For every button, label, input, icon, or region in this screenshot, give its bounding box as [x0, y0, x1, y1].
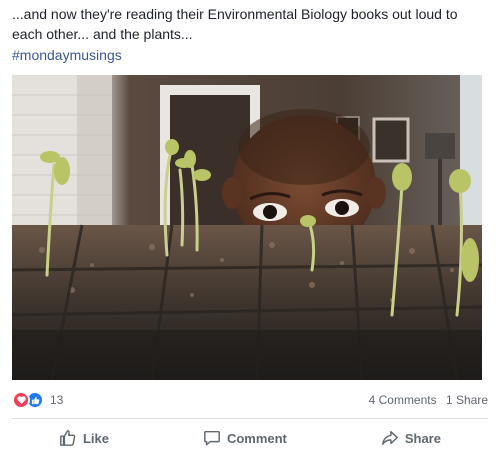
love-icon	[12, 391, 30, 409]
reactions-bar: 13 4 Comments 1 Share	[12, 388, 488, 412]
comments-count-link[interactable]: 4 Comments	[369, 393, 437, 407]
share-button[interactable]: Share	[371, 425, 451, 451]
like-button[interactable]: Like	[49, 425, 119, 451]
share-label: Share	[404, 430, 441, 446]
post-text: ...and now they're reading their Environ…	[12, 6, 458, 42]
engagement-counts: 4 Comments 1 Share	[369, 393, 488, 407]
divider	[12, 418, 488, 419]
comment-button[interactable]: Comment	[193, 425, 297, 451]
post-actions: Like Comment Share	[12, 422, 488, 454]
post-photo[interactable]	[12, 75, 482, 380]
hashtag-link[interactable]: #mondaymusings	[12, 45, 122, 65]
reaction-summary[interactable]: 13	[12, 391, 63, 409]
thumbs-up-icon	[59, 429, 77, 447]
shares-count-link[interactable]: 1 Share	[446, 393, 488, 407]
comment-bubble-icon	[203, 429, 221, 447]
share-arrow-icon	[381, 429, 399, 447]
reaction-count: 13	[50, 393, 64, 407]
like-label: Like	[82, 430, 109, 446]
comment-label: Comment	[226, 430, 287, 446]
